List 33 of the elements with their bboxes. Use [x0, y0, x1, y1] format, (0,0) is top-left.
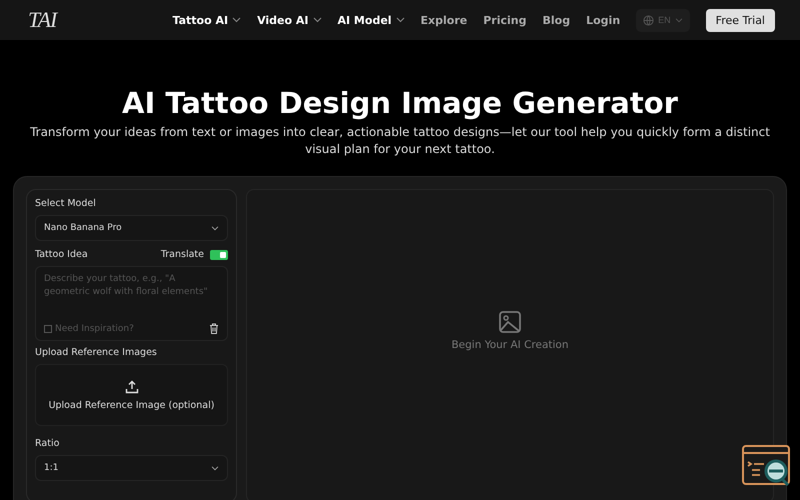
globe-icon: [643, 14, 654, 26]
code-window-search-icon[interactable]: [742, 445, 790, 487]
logo[interactable]: TAI: [28, 7, 56, 33]
translate-label: Translate: [160, 249, 204, 260]
image-icon: [499, 311, 521, 333]
chevron-down-icon: [232, 17, 242, 23]
field-label: Upload Reference Images: [35, 347, 158, 358]
chevron-down-icon: [396, 17, 405, 23]
nav-link[interactable]: Video AI: [257, 14, 322, 26]
translate-toggle[interactable]: [210, 250, 228, 260]
nav-link[interactable]: Login: [586, 14, 620, 26]
upload-button[interactable]: Upload Reference Image (optional): [35, 364, 228, 426]
nav-link[interactable]: Blog: [542, 14, 570, 26]
nav-link[interactable]: Explore: [420, 14, 468, 26]
chevron-down-icon: [674, 18, 683, 22]
upload-icon: [124, 380, 138, 394]
page-subtitle: Transform your ideas from text or images into clear, actionable tattoo designs—let our tool help you quickly form a distinct visual plan for your next tattoo.: [29, 124, 771, 158]
empty-state-text: Begin Your AI Creation: [451, 339, 569, 351]
checkbox[interactable]: [44, 324, 52, 332]
nav-link[interactable]: Pricing: [483, 14, 527, 26]
ratio-select[interactable]: 1:1: [35, 455, 228, 481]
chevron-down-icon: [312, 17, 322, 23]
field-label: Select Model: [35, 198, 97, 209]
trash-icon[interactable]: [209, 323, 219, 334]
chevron-down-icon: [211, 466, 219, 470]
field-label: Ratio: [35, 438, 60, 449]
nav-link[interactable]: Tattoo AI: [172, 14, 242, 26]
nav-link[interactable]: AI Model: [338, 14, 405, 26]
field-label: Tattoo Idea: [35, 249, 88, 260]
page-title: AI Tattoo Design Image Generator: [121, 86, 679, 120]
model-select[interactable]: Nano Banana Pro: [35, 215, 228, 241]
free-trial-button[interactable]: Free Trial: [706, 8, 775, 32]
chevron-down-icon: [211, 226, 219, 230]
